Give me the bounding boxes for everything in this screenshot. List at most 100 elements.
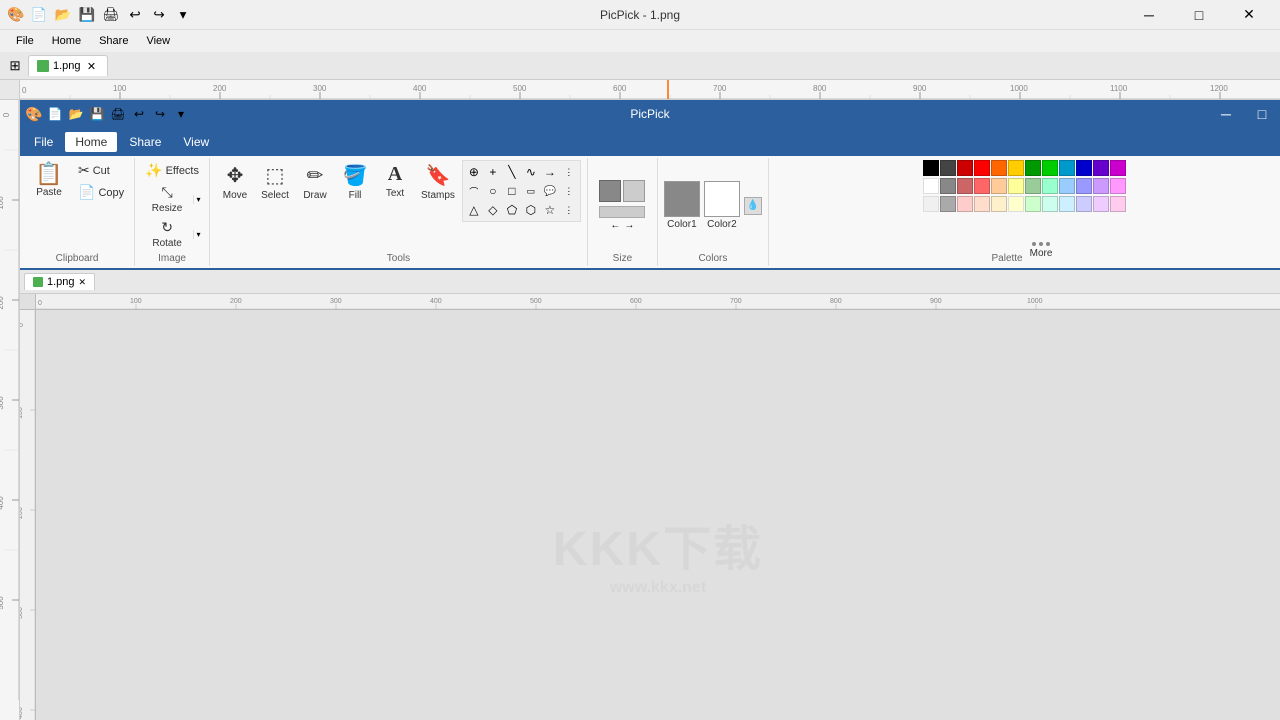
draw-tool-btn[interactable]: ✏ Draw: [296, 160, 334, 204]
color2-preview[interactable]: [704, 181, 740, 217]
swatch-skyblue[interactable]: [1059, 178, 1075, 194]
inner-menu-home[interactable]: Home: [65, 132, 117, 152]
swatch-lavenderblue[interactable]: [1076, 196, 1092, 212]
inner-qa-new[interactable]: 📄: [45, 104, 65, 124]
resize-dropdown-btn[interactable]: ▾: [193, 195, 203, 204]
size-gray-btn[interactable]: [599, 180, 621, 202]
inner-minimize-btn[interactable]: ─: [1208, 100, 1244, 128]
swatch-black[interactable]: [923, 160, 939, 176]
inner-qa-save[interactable]: 💾: [87, 104, 107, 124]
resize-btn[interactable]: ⤡ Resize: [141, 182, 193, 216]
inner-qa-print[interactable]: 🖨: [108, 104, 128, 124]
fill-tool-btn[interactable]: 🪣 Fill: [336, 160, 374, 204]
swatch-lightyellow2[interactable]: [1008, 196, 1024, 212]
swatch-red[interactable]: [974, 160, 990, 176]
swatch-lightyellow[interactable]: [1008, 178, 1024, 194]
inner-qa-open[interactable]: 📂: [66, 104, 86, 124]
more-btn[interactable]: More: [1025, 239, 1058, 262]
outer-menu-file[interactable]: File: [8, 33, 42, 49]
size-light-btn[interactable]: [623, 180, 645, 202]
shape-curve-btn[interactable]: ∿: [522, 163, 540, 181]
shape-crosshair-btn[interactable]: ⊕: [465, 163, 483, 181]
shape-hexagon-btn[interactable]: ⬡: [522, 201, 540, 219]
swatch-yellow[interactable]: [1008, 160, 1024, 176]
inner-file-tab[interactable]: 1.png ✕: [24, 273, 95, 290]
qa-save-btn[interactable]: 💾: [76, 4, 98, 26]
size-bar-btn[interactable]: [599, 206, 645, 218]
shape-line-btn[interactable]: ╲: [503, 163, 521, 181]
swatch-mint[interactable]: [1042, 178, 1058, 194]
qa-redo-btn[interactable]: ↪: [148, 4, 170, 26]
canvas-area[interactable]: KKK下载 www.kkx.net: [36, 310, 1280, 720]
swatch-lightsalmon[interactable]: [974, 196, 990, 212]
shape-arc-btn[interactable]: ⌒: [465, 182, 483, 200]
swatch-lightgray1[interactable]: [923, 196, 939, 212]
cut-btn[interactable]: ✂ Cut: [74, 160, 128, 181]
inner-qa-undo[interactable]: ↩: [129, 104, 149, 124]
rotate-dropdown-btn[interactable]: ▾: [193, 230, 203, 239]
stamps-tool-btn[interactable]: 🔖 Stamps: [416, 160, 460, 204]
qa-open-btn[interactable]: 📂: [52, 4, 74, 26]
swatch-blue[interactable]: [1076, 160, 1092, 176]
shape-pentagon-btn[interactable]: ⬠: [503, 201, 521, 219]
swatch-white[interactable]: [923, 178, 939, 194]
inner-maximize-btn[interactable]: □: [1244, 100, 1280, 128]
shape-plus-btn[interactable]: +: [484, 163, 502, 181]
swatch-cream[interactable]: [991, 196, 1007, 212]
shape-scroll2-btn[interactable]: ⋮: [560, 182, 578, 200]
qa-new-btn[interactable]: 📄: [28, 4, 50, 26]
inner-menu-view[interactable]: View: [173, 132, 219, 152]
eyedropper-btn[interactable]: 💧: [744, 197, 762, 215]
swatch-peach[interactable]: [991, 178, 1007, 194]
tab-close-btn[interactable]: ✕: [85, 59, 99, 73]
swatch-medgray[interactable]: [940, 196, 956, 212]
inner-qa-more[interactable]: ▾: [171, 104, 191, 124]
paste-btn[interactable]: 📋 Paste: [26, 160, 72, 201]
effects-btn[interactable]: ✨ Effects: [141, 160, 203, 181]
swatch-darkgreen[interactable]: [1025, 160, 1041, 176]
text-tool-btn[interactable]: A Text: [376, 160, 414, 202]
swatch-magenta[interactable]: [1110, 160, 1126, 176]
qa-more-btn[interactable]: ▾: [172, 4, 194, 26]
swatch-salmon[interactable]: [974, 178, 990, 194]
shape-scroll3-btn[interactable]: ⋮: [560, 201, 578, 219]
outer-menu-home[interactable]: Home: [44, 33, 89, 49]
inner-menu-share[interactable]: Share: [119, 132, 171, 152]
swatch-sage[interactable]: [1025, 178, 1041, 194]
shape-speech-btn[interactable]: 💬: [541, 182, 559, 200]
swatch-aliceblue[interactable]: [1059, 196, 1075, 212]
inner-tab-close[interactable]: ✕: [79, 277, 87, 288]
shape-scroll-btn[interactable]: ⋮: [560, 163, 578, 181]
qa-undo-btn[interactable]: ↩: [124, 4, 146, 26]
swatch-blush[interactable]: [1110, 196, 1126, 212]
shape-ellipse-btn[interactable]: ○: [484, 182, 502, 200]
swatch-lavender[interactable]: [1093, 178, 1109, 194]
qa-print-btn[interactable]: 🖨: [100, 4, 122, 26]
swatch-lightrose[interactable]: [957, 196, 973, 212]
grid-view-btn[interactable]: ⊞: [4, 55, 26, 77]
swatch-honeydew[interactable]: [1025, 196, 1041, 212]
shape-star-btn[interactable]: ☆: [541, 201, 559, 219]
maximize-btn[interactable]: □: [1176, 0, 1222, 30]
swatch-gray[interactable]: [940, 178, 956, 194]
shape-arrow-btn[interactable]: →: [541, 163, 559, 181]
swatch-green[interactable]: [1042, 160, 1058, 176]
file-tab[interactable]: 1.png ✕: [28, 55, 108, 76]
swatch-rose[interactable]: [957, 178, 973, 194]
move-tool-btn[interactable]: ✥ Move: [216, 160, 254, 204]
shape-roundrect-btn[interactable]: ▭: [522, 182, 540, 200]
swatch-lightblue[interactable]: [1059, 160, 1075, 176]
swatch-lightmint[interactable]: [1042, 196, 1058, 212]
swatch-thistle[interactable]: [1093, 196, 1109, 212]
shape-diamond-btn[interactable]: ◇: [484, 201, 502, 219]
inner-qa-redo[interactable]: ↪: [150, 104, 170, 124]
close-btn[interactable]: ✕: [1226, 0, 1272, 30]
shape-triangle-btn[interactable]: △: [465, 201, 483, 219]
minimize-btn[interactable]: ─: [1126, 0, 1172, 30]
outer-menu-share[interactable]: Share: [91, 33, 136, 49]
swatch-pink[interactable]: [1110, 178, 1126, 194]
rotate-btn[interactable]: ↻ Rotate: [141, 217, 193, 251]
color1-preview[interactable]: [664, 181, 700, 217]
swatch-orange[interactable]: [991, 160, 1007, 176]
copy-btn[interactable]: 📄 Copy: [74, 182, 128, 203]
